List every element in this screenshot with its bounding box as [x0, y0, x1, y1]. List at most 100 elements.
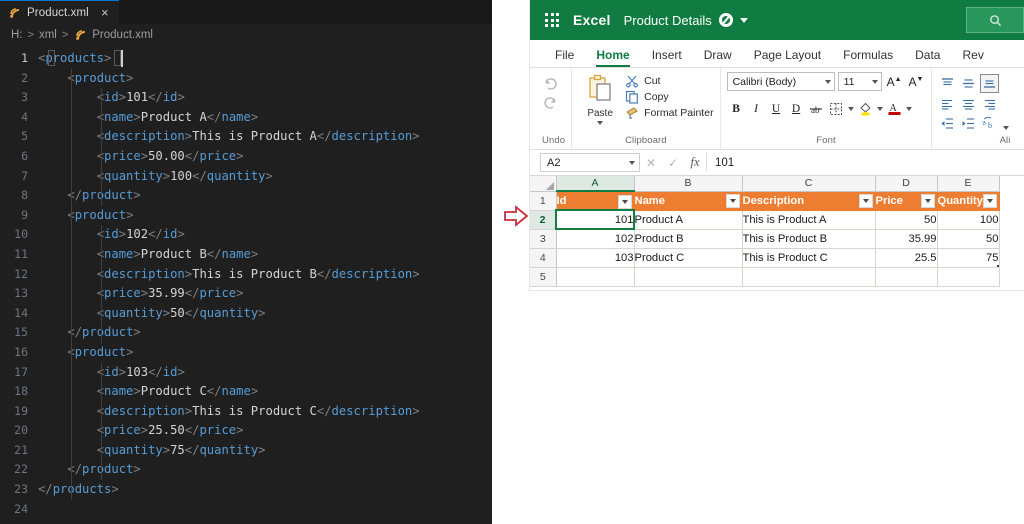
- code-line[interactable]: 16 <product>: [0, 343, 492, 363]
- code-line[interactable]: 21 <quantity>75</quantity>: [0, 441, 492, 461]
- code-line[interactable]: 9 <product>: [0, 206, 492, 226]
- breadcrumb-folder[interactable]: xml: [39, 29, 57, 41]
- column-header-C[interactable]: C: [742, 176, 876, 192]
- code-line[interactable]: 20 <price>25.50</price>: [0, 421, 492, 441]
- confirm-icon[interactable]: ✓: [662, 156, 684, 170]
- table-cell[interactable]: 50: [875, 210, 938, 230]
- align-right-icon[interactable]: [980, 95, 999, 114]
- code-line[interactable]: 22 </product>: [0, 460, 492, 480]
- formula-input[interactable]: 101: [706, 153, 1024, 172]
- table-cell[interactable]: Product B: [634, 229, 743, 249]
- double-underline-button[interactable]: D: [787, 99, 806, 118]
- code-line[interactable]: 15 </product>: [0, 323, 492, 343]
- code-line[interactable]: 2 <product>: [0, 69, 492, 89]
- paste-button[interactable]: Paste: [578, 72, 622, 125]
- ribbon-tab-formulas[interactable]: Formulas: [832, 48, 904, 67]
- filter-dropdown-icon[interactable]: [858, 194, 873, 208]
- code-line[interactable]: 17 <id>103</id>: [0, 363, 492, 383]
- document-title-group[interactable]: Product Details: [624, 13, 748, 28]
- ribbon-tab-file[interactable]: File: [544, 48, 585, 67]
- ribbon-tab-draw[interactable]: Draw: [693, 48, 743, 67]
- align-left-icon[interactable]: [938, 95, 957, 114]
- cancel-icon[interactable]: ✕: [640, 156, 662, 170]
- ribbon-tab-home[interactable]: Home: [585, 48, 640, 67]
- code-line[interactable]: 7 <quantity>100</quantity>: [0, 167, 492, 187]
- table-cell[interactable]: This is Product C: [742, 248, 876, 268]
- breadcrumb-file[interactable]: Product.xml: [92, 29, 153, 41]
- font-color-icon[interactable]: A: [885, 99, 904, 118]
- table-cell[interactable]: 50: [937, 229, 1000, 249]
- column-header-A[interactable]: A: [556, 176, 635, 192]
- table-cell[interactable]: This is Product A: [742, 210, 876, 230]
- column-header-B[interactable]: B: [634, 176, 743, 192]
- table-cell[interactable]: This is Product B: [742, 229, 876, 249]
- select-all-corner[interactable]: [530, 176, 557, 192]
- chevron-down-icon[interactable]: [1003, 126, 1010, 130]
- table-cell[interactable]: 101: [555, 209, 635, 230]
- code-line[interactable]: 10 <id>102</id>: [0, 225, 492, 245]
- font-name-select[interactable]: Calibri (Body): [726, 72, 835, 91]
- decrease-indent-icon[interactable]: [938, 116, 957, 131]
- code-line[interactable]: 12 <description>This is Product B</descr…: [0, 265, 492, 285]
- grow-font-button[interactable]: A▲: [885, 75, 904, 89]
- table-cell[interactable]: [875, 267, 938, 287]
- chevron-down-icon[interactable]: [905, 106, 912, 111]
- increase-indent-icon[interactable]: [959, 116, 978, 131]
- table-cell[interactable]: Product A: [634, 210, 743, 230]
- code-line[interactable]: 14 <quantity>50</quantity>: [0, 304, 492, 324]
- ribbon-tab-page-layout[interactable]: Page Layout: [743, 48, 832, 67]
- row-header-3[interactable]: 3: [530, 229, 557, 249]
- code-line[interactable]: 11 <name>Product B</name>: [0, 245, 492, 265]
- row-header-2[interactable]: 2: [530, 210, 557, 230]
- chevron-down-icon[interactable]: [847, 106, 854, 111]
- autosave-cloud-icon[interactable]: [718, 13, 733, 27]
- orientation-icon[interactable]: ab: [980, 116, 999, 131]
- align-top-icon[interactable]: [938, 74, 957, 93]
- row-header-1[interactable]: 1: [530, 191, 557, 211]
- filter-dropdown-icon[interactable]: [920, 194, 935, 208]
- table-cell[interactable]: [742, 267, 876, 287]
- code-line[interactable]: 3 <id>101</id>: [0, 88, 492, 108]
- table-cell[interactable]: [634, 267, 743, 287]
- code-line[interactable]: 4 <name>Product A</name>: [0, 108, 492, 128]
- borders-icon[interactable]: [827, 99, 846, 118]
- search-input[interactable]: [966, 7, 1024, 33]
- chevron-down-icon[interactable]: [597, 121, 604, 125]
- code-line[interactable]: 6 <price>50.00</price>: [0, 147, 492, 167]
- code-line[interactable]: 13 <price>35.99</price>: [0, 284, 492, 304]
- code-line[interactable]: 18 <name>Product C</name>: [0, 382, 492, 402]
- bold-button[interactable]: B: [727, 99, 746, 118]
- table-cell[interactable]: 25.5: [875, 248, 938, 268]
- code-line[interactable]: 5 <description>This is Product A</descri…: [0, 127, 492, 147]
- function-icon[interactable]: fx: [684, 155, 706, 170]
- table-header-cell[interactable]: Id: [556, 191, 635, 211]
- editor-tab-product-xml[interactable]: Product.xml ×: [0, 0, 119, 24]
- cut-button[interactable]: Cut: [625, 74, 713, 88]
- table-cell[interactable]: [937, 267, 1000, 287]
- table-header-cell[interactable]: Price: [875, 191, 938, 211]
- filter-dropdown-icon[interactable]: [982, 194, 997, 208]
- row-header-4[interactable]: 4: [530, 248, 557, 268]
- name-box[interactable]: A2: [540, 153, 640, 172]
- ribbon-tab-insert[interactable]: Insert: [641, 48, 693, 67]
- table-cell[interactable]: 75: [937, 248, 1000, 268]
- column-header-E[interactable]: E: [937, 176, 1000, 192]
- table-cell[interactable]: Product C: [634, 248, 743, 268]
- ribbon-tab-data[interactable]: Data: [904, 48, 951, 67]
- table-header-cell[interactable]: Quantity: [937, 191, 1000, 211]
- column-header-D[interactable]: D: [875, 176, 938, 192]
- filter-dropdown-icon[interactable]: [617, 194, 632, 209]
- shrink-font-button[interactable]: A▼: [907, 75, 926, 89]
- row-header-5[interactable]: 5: [530, 267, 557, 287]
- filter-dropdown-icon[interactable]: [725, 194, 740, 208]
- align-middle-icon[interactable]: [959, 74, 978, 93]
- app-launcher-icon[interactable]: [544, 12, 560, 28]
- table-header-cell[interactable]: Description: [742, 191, 876, 211]
- table-cell[interactable]: 102: [556, 229, 635, 249]
- code-line[interactable]: 23 </products>: [0, 480, 492, 500]
- code-line[interactable]: 8 </product>: [0, 186, 492, 206]
- code-line[interactable]: 19 <description>This is Product C</descr…: [0, 402, 492, 422]
- fill-color-icon[interactable]: [856, 99, 875, 118]
- table-header-cell[interactable]: Name: [634, 191, 743, 211]
- code-content[interactable]: 1<products>2 <product>3 <id>101</id>4 <n…: [0, 46, 492, 519]
